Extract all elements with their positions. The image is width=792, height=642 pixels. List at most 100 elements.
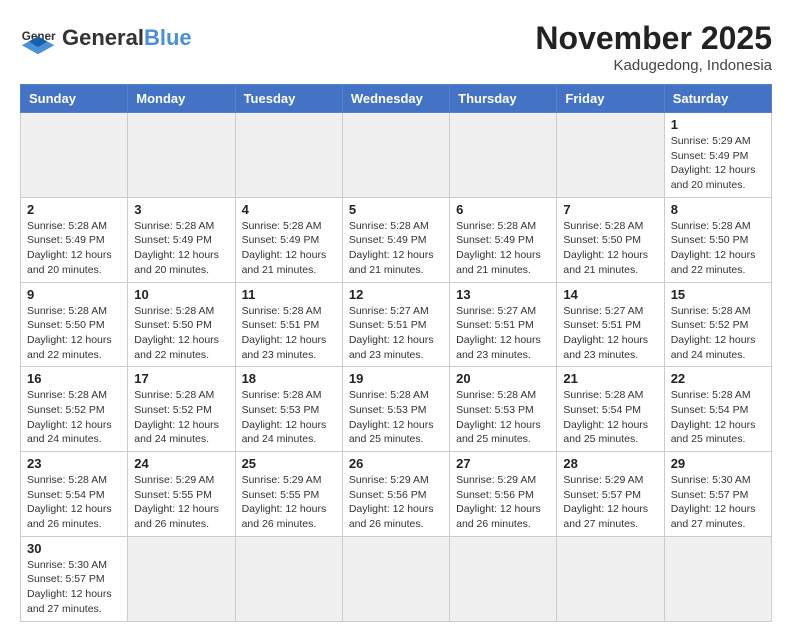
day-number: 19: [349, 371, 443, 386]
calendar-cell: 6 Sunrise: 5:28 AM Sunset: 5:49 PM Daylig…: [450, 197, 557, 282]
day-number: 28: [563, 456, 657, 471]
calendar-header-monday: Monday: [128, 85, 235, 113]
month-title: November 2025: [535, 20, 772, 57]
title-area: November 2025 Kadugedong, Indonesia: [535, 20, 772, 74]
calendar-cell: 5Sunrise: 5:28 AM Sunset: 5:49 PM Daylig…: [342, 197, 449, 282]
day-number: 7: [563, 202, 657, 217]
calendar-cell: 9 Sunrise: 5:28 AM Sunset: 5:50 PM Daylig…: [21, 282, 128, 367]
day-info: Sunrise: 5:30 AM Sunset: 5:57 PM Dayligh…: [671, 473, 765, 532]
day-number: 3: [134, 202, 228, 217]
day-number: 17: [134, 371, 228, 386]
day-info: Sunrise: 5:28 AM Sunset: 5:51 PM Dayligh…: [242, 304, 336, 363]
day-info: Sunrise: 5:27 AM Sunset: 5:51 PM Dayligh…: [349, 304, 443, 363]
calendar-cell: [235, 113, 342, 198]
day-info: Sunrise: 5:27 AM Sunset: 5:51 PM Dayligh…: [456, 304, 550, 363]
day-info: Sunrise: 5:28 AM Sunset: 5:52 PM Dayligh…: [27, 388, 121, 447]
logo-text: GeneralBlue: [62, 27, 192, 49]
day-number: 6: [456, 202, 550, 217]
calendar-cell: 7 Sunrise: 5:28 AM Sunset: 5:50 PM Daylig…: [557, 197, 664, 282]
day-number: 20: [456, 371, 550, 386]
calendar-cell: [664, 536, 771, 621]
day-info: Sunrise: 5:28 AM Sunset: 5:50 PM Dayligh…: [27, 304, 121, 363]
day-number: 13: [456, 287, 550, 302]
calendar-header-tuesday: Tuesday: [235, 85, 342, 113]
calendar-cell: 4Sunrise: 5:28 AM Sunset: 5:49 PM Daylig…: [235, 197, 342, 282]
calendar-week-row: 9 Sunrise: 5:28 AM Sunset: 5:50 PM Daylig…: [21, 282, 772, 367]
calendar-cell: 13 Sunrise: 5:27 AM Sunset: 5:51 PM Dayli…: [450, 282, 557, 367]
calendar-cell: 12Sunrise: 5:27 AM Sunset: 5:51 PM Dayli…: [342, 282, 449, 367]
day-info: Sunrise: 5:29 AM Sunset: 5:49 PM Dayligh…: [671, 134, 765, 193]
calendar-cell: [128, 536, 235, 621]
day-number: 9: [27, 287, 121, 302]
day-number: 21: [563, 371, 657, 386]
day-number: 22: [671, 371, 765, 386]
calendar-cell: [128, 113, 235, 198]
day-number: 8: [671, 202, 765, 217]
day-number: 2: [27, 202, 121, 217]
day-info: Sunrise: 5:29 AM Sunset: 5:56 PM Dayligh…: [456, 473, 550, 532]
page-header: General GeneralBlue November 2025 Kaduge…: [20, 20, 772, 74]
calendar-cell: 20 Sunrise: 5:28 AM Sunset: 5:53 PM Dayli…: [450, 367, 557, 452]
calendar-cell: 2Sunrise: 5:28 AM Sunset: 5:49 PM Daylig…: [21, 197, 128, 282]
calendar-header-saturday: Saturday: [664, 85, 771, 113]
calendar-cell: [557, 113, 664, 198]
calendar-week-row: 1 Sunrise: 5:29 AM Sunset: 5:49 PM Daylig…: [21, 113, 772, 198]
calendar-cell: 16 Sunrise: 5:28 AM Sunset: 5:52 PM Dayli…: [21, 367, 128, 452]
day-info: Sunrise: 5:28 AM Sunset: 5:52 PM Dayligh…: [671, 304, 765, 363]
day-info: Sunrise: 5:28 AM Sunset: 5:49 PM Dayligh…: [456, 219, 550, 278]
calendar-cell: [450, 536, 557, 621]
day-info: Sunrise: 5:28 AM Sunset: 5:49 PM Dayligh…: [134, 219, 228, 278]
day-number: 27: [456, 456, 550, 471]
calendar-week-row: 30Sunrise: 5:30 AM Sunset: 5:57 PM Dayli…: [21, 536, 772, 621]
day-number: 11: [242, 287, 336, 302]
calendar-cell: 30Sunrise: 5:30 AM Sunset: 5:57 PM Dayli…: [21, 536, 128, 621]
calendar-header-sunday: Sunday: [21, 85, 128, 113]
calendar-week-row: 16 Sunrise: 5:28 AM Sunset: 5:52 PM Dayli…: [21, 367, 772, 452]
calendar-cell: 15 Sunrise: 5:28 AM Sunset: 5:52 PM Dayli…: [664, 282, 771, 367]
calendar-cell: 14Sunrise: 5:27 AM Sunset: 5:51 PM Dayli…: [557, 282, 664, 367]
calendar-cell: 18Sunrise: 5:28 AM Sunset: 5:53 PM Dayli…: [235, 367, 342, 452]
day-info: Sunrise: 5:28 AM Sunset: 5:50 PM Dayligh…: [563, 219, 657, 278]
day-number: 29: [671, 456, 765, 471]
day-info: Sunrise: 5:29 AM Sunset: 5:55 PM Dayligh…: [242, 473, 336, 532]
day-info: Sunrise: 5:28 AM Sunset: 5:49 PM Dayligh…: [349, 219, 443, 278]
calendar-cell: 22Sunrise: 5:28 AM Sunset: 5:54 PM Dayli…: [664, 367, 771, 452]
location: Kadugedong, Indonesia: [535, 57, 772, 74]
generalblue-logo-icon: General: [20, 20, 56, 56]
calendar-cell: 28 Sunrise: 5:29 AM Sunset: 5:57 PM Dayli…: [557, 452, 664, 537]
calendar-cell: 17 Sunrise: 5:28 AM Sunset: 5:52 PM Dayli…: [128, 367, 235, 452]
calendar-cell: 3 Sunrise: 5:28 AM Sunset: 5:49 PM Daylig…: [128, 197, 235, 282]
calendar-cell: [342, 113, 449, 198]
calendar-cell: 10 Sunrise: 5:28 AM Sunset: 5:50 PM Dayli…: [128, 282, 235, 367]
calendar-cell: [235, 536, 342, 621]
day-number: 16: [27, 371, 121, 386]
calendar-header-wednesday: Wednesday: [342, 85, 449, 113]
calendar-cell: 23Sunrise: 5:28 AM Sunset: 5:54 PM Dayli…: [21, 452, 128, 537]
logo: General GeneralBlue: [20, 20, 192, 56]
day-info: Sunrise: 5:28 AM Sunset: 5:50 PM Dayligh…: [134, 304, 228, 363]
day-number: 14: [563, 287, 657, 302]
calendar-cell: 11 Sunrise: 5:28 AM Sunset: 5:51 PM Dayli…: [235, 282, 342, 367]
day-info: Sunrise: 5:28 AM Sunset: 5:53 PM Dayligh…: [456, 388, 550, 447]
day-number: 25: [242, 456, 336, 471]
calendar-cell: 19Sunrise: 5:28 AM Sunset: 5:53 PM Dayli…: [342, 367, 449, 452]
calendar-cell: [450, 113, 557, 198]
day-info: Sunrise: 5:28 AM Sunset: 5:52 PM Dayligh…: [134, 388, 228, 447]
day-number: 15: [671, 287, 765, 302]
day-number: 24: [134, 456, 228, 471]
day-info: Sunrise: 5:28 AM Sunset: 5:49 PM Dayligh…: [242, 219, 336, 278]
calendar-header-row: SundayMondayTuesdayWednesdayThursdayFrid…: [21, 85, 772, 113]
day-info: Sunrise: 5:28 AM Sunset: 5:54 PM Dayligh…: [563, 388, 657, 447]
calendar-cell: [21, 113, 128, 198]
day-info: Sunrise: 5:29 AM Sunset: 5:57 PM Dayligh…: [563, 473, 657, 532]
day-info: Sunrise: 5:29 AM Sunset: 5:55 PM Dayligh…: [134, 473, 228, 532]
calendar-cell: [557, 536, 664, 621]
calendar-cell: 29 Sunrise: 5:30 AM Sunset: 5:57 PM Dayli…: [664, 452, 771, 537]
day-number: 1: [671, 117, 765, 132]
calendar-cell: 27 Sunrise: 5:29 AM Sunset: 5:56 PM Dayli…: [450, 452, 557, 537]
calendar-week-row: 2 Sunrise: 5:28 AM Sunset: 5:49 PM Daylig…: [21, 197, 772, 282]
day-number: 10: [134, 287, 228, 302]
day-info: Sunrise: 5:29 AM Sunset: 5:56 PM Dayligh…: [349, 473, 443, 532]
calendar-cell: 25 Sunrise: 5:29 AM Sunset: 5:55 PM Dayli…: [235, 452, 342, 537]
calendar-week-row: 23Sunrise: 5:28 AM Sunset: 5:54 PM Dayli…: [21, 452, 772, 537]
